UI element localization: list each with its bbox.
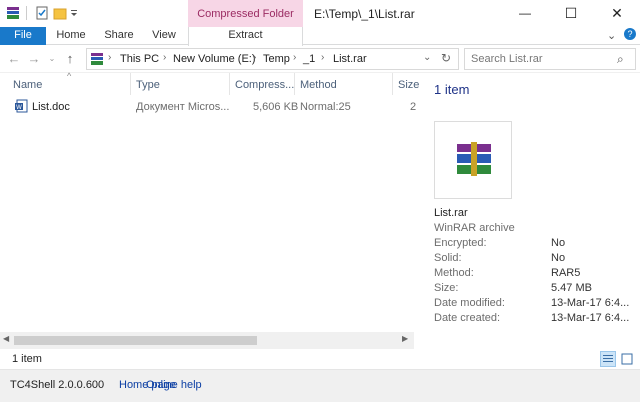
address-bar[interactable]: › This PC › New Volume (E:) › Temp › _1 … — [86, 48, 459, 70]
large-icons-view-icon[interactable] — [620, 352, 634, 366]
breadcrumb-this-pc[interactable]: This PC — [120, 52, 159, 66]
close-button[interactable]: ✕ — [594, 0, 640, 27]
search-placeholder: Search List.rar — [471, 53, 543, 65]
chevron-right-icon: › — [321, 52, 325, 63]
search-icon: ⌕ — [617, 52, 624, 66]
svg-text:W: W — [16, 104, 22, 111]
recent-locations-icon[interactable]: ⌄ — [44, 50, 60, 68]
ribbon-tabs: File Home Share View Extract ⌄ ? — [0, 27, 640, 46]
tab-share[interactable]: Share — [100, 27, 138, 45]
column-name[interactable]: Name — [13, 79, 42, 91]
refresh-icon[interactable]: ↻ — [441, 51, 451, 65]
minimize-button[interactable]: — — [502, 0, 548, 27]
column-separator[interactable] — [229, 73, 230, 95]
window-title: E:\Temp\_1\List.rar — [314, 7, 415, 21]
details-view-icon[interactable] — [600, 351, 616, 367]
details-filetype: WinRAR archive — [434, 222, 515, 234]
file-size: 2 — [410, 101, 417, 113]
column-separator[interactable] — [130, 73, 131, 95]
winrar-app-icon[interactable] — [6, 6, 20, 20]
column-separator[interactable] — [294, 73, 295, 95]
column-method[interactable]: Method — [300, 79, 337, 91]
new-folder-icon[interactable] — [53, 6, 67, 20]
online-help-link[interactable]: Online help — [146, 379, 202, 391]
qat-separator — [26, 6, 27, 20]
up-icon[interactable]: ↑ — [62, 50, 78, 68]
file-compressed-size: 5,606 KB — [253, 101, 299, 113]
detail-value-encrypted: No — [551, 237, 566, 249]
detail-label-encrypted: Encrypted: — [434, 237, 487, 249]
column-compressed[interactable]: Compress... — [235, 79, 294, 91]
horizontal-scrollbar[interactable]: ◀ ▶ — [0, 332, 414, 349]
word-document-icon: W — [15, 99, 29, 116]
detail-label-size: Size: — [434, 282, 459, 294]
winrar-archive-icon — [457, 142, 491, 176]
detail-label-solid: Solid: — [434, 252, 462, 264]
details-pane: 1 item List.rar WinRAR archive Encrypted… — [418, 73, 640, 349]
maximize-button[interactable]: ☐ — [548, 0, 594, 27]
status-item-count: 1 item — [12, 353, 42, 365]
details-filename: List.rar — [434, 207, 468, 219]
breadcrumb-temp[interactable]: Temp — [263, 52, 290, 66]
chevron-right-icon: › — [253, 52, 257, 63]
details-item-count: 1 item — [434, 82, 470, 97]
column-size[interactable]: Size — [398, 79, 419, 91]
detail-value-method: RAR5 — [551, 267, 581, 279]
tab-home[interactable]: Home — [52, 27, 90, 45]
tab-file[interactable]: File — [0, 27, 46, 45]
product-version: TC4Shell 2.0.0.600 — [10, 379, 105, 391]
detail-value-size: 5.47 MB — [551, 282, 592, 294]
preview-thumbnail — [434, 121, 512, 199]
scroll-left-icon[interactable]: ◀ — [3, 334, 9, 343]
file-name: List.doc — [32, 101, 70, 113]
detail-label-date-created: Date created: — [434, 312, 501, 324]
breadcrumb-volume[interactable]: New Volume (E:) — [173, 52, 256, 66]
file-type: Документ Micros... — [136, 101, 230, 113]
address-row: ← → ⌄ ↑ › This PC › New Volume (E:) › Te… — [0, 46, 640, 72]
forward-icon[interactable]: → — [26, 50, 42, 68]
tab-view[interactable]: View — [146, 27, 182, 45]
address-dropdown-icon[interactable]: ⌄ — [423, 52, 431, 63]
compressed-folder-tools-tab: Compressed Folder Tools — [188, 0, 303, 48]
properties-icon[interactable] — [35, 6, 49, 20]
detail-value-solid: No — [551, 252, 566, 264]
chevron-right-icon: › — [293, 52, 297, 63]
search-input[interactable]: Search List.rar ⌕ — [464, 48, 636, 70]
status-bar: 1 item — [0, 349, 640, 369]
breadcrumb-archive[interactable]: List.rar — [333, 52, 367, 66]
chevron-right-icon: › — [163, 52, 167, 63]
scroll-right-icon[interactable]: ▶ — [402, 334, 408, 343]
tc4shell-bar: TC4Shell 2.0.0.600 Home page Online help — [0, 369, 640, 402]
help-icon[interactable]: ? — [624, 28, 636, 40]
tab-extract[interactable]: Extract — [188, 27, 303, 46]
archive-icon — [90, 52, 104, 69]
back-icon[interactable]: ← — [6, 50, 22, 68]
ribbon-expand-icon[interactable]: ⌄ — [607, 29, 616, 42]
detail-label-date-modified: Date modified: — [434, 297, 505, 309]
column-type[interactable]: Type — [136, 79, 160, 91]
breadcrumb-folder[interactable]: _1 — [303, 52, 315, 66]
detail-label-method: Method: — [434, 267, 474, 279]
scrollbar-thumb[interactable] — [14, 336, 257, 345]
detail-value-date-created: 13-Mar-17 6:4... — [551, 312, 630, 324]
sort-chevron-icon: ^ — [67, 71, 72, 81]
title-bar: Compressed Folder Tools E:\Temp\_1\List.… — [0, 0, 640, 48]
file-method: Normal:25 — [300, 101, 351, 113]
customize-qat-icon[interactable] — [69, 6, 83, 20]
column-separator[interactable] — [392, 73, 393, 95]
chevron-right-icon: › — [108, 52, 112, 63]
detail-value-date-modified: 13-Mar-17 6:4... — [551, 297, 630, 309]
